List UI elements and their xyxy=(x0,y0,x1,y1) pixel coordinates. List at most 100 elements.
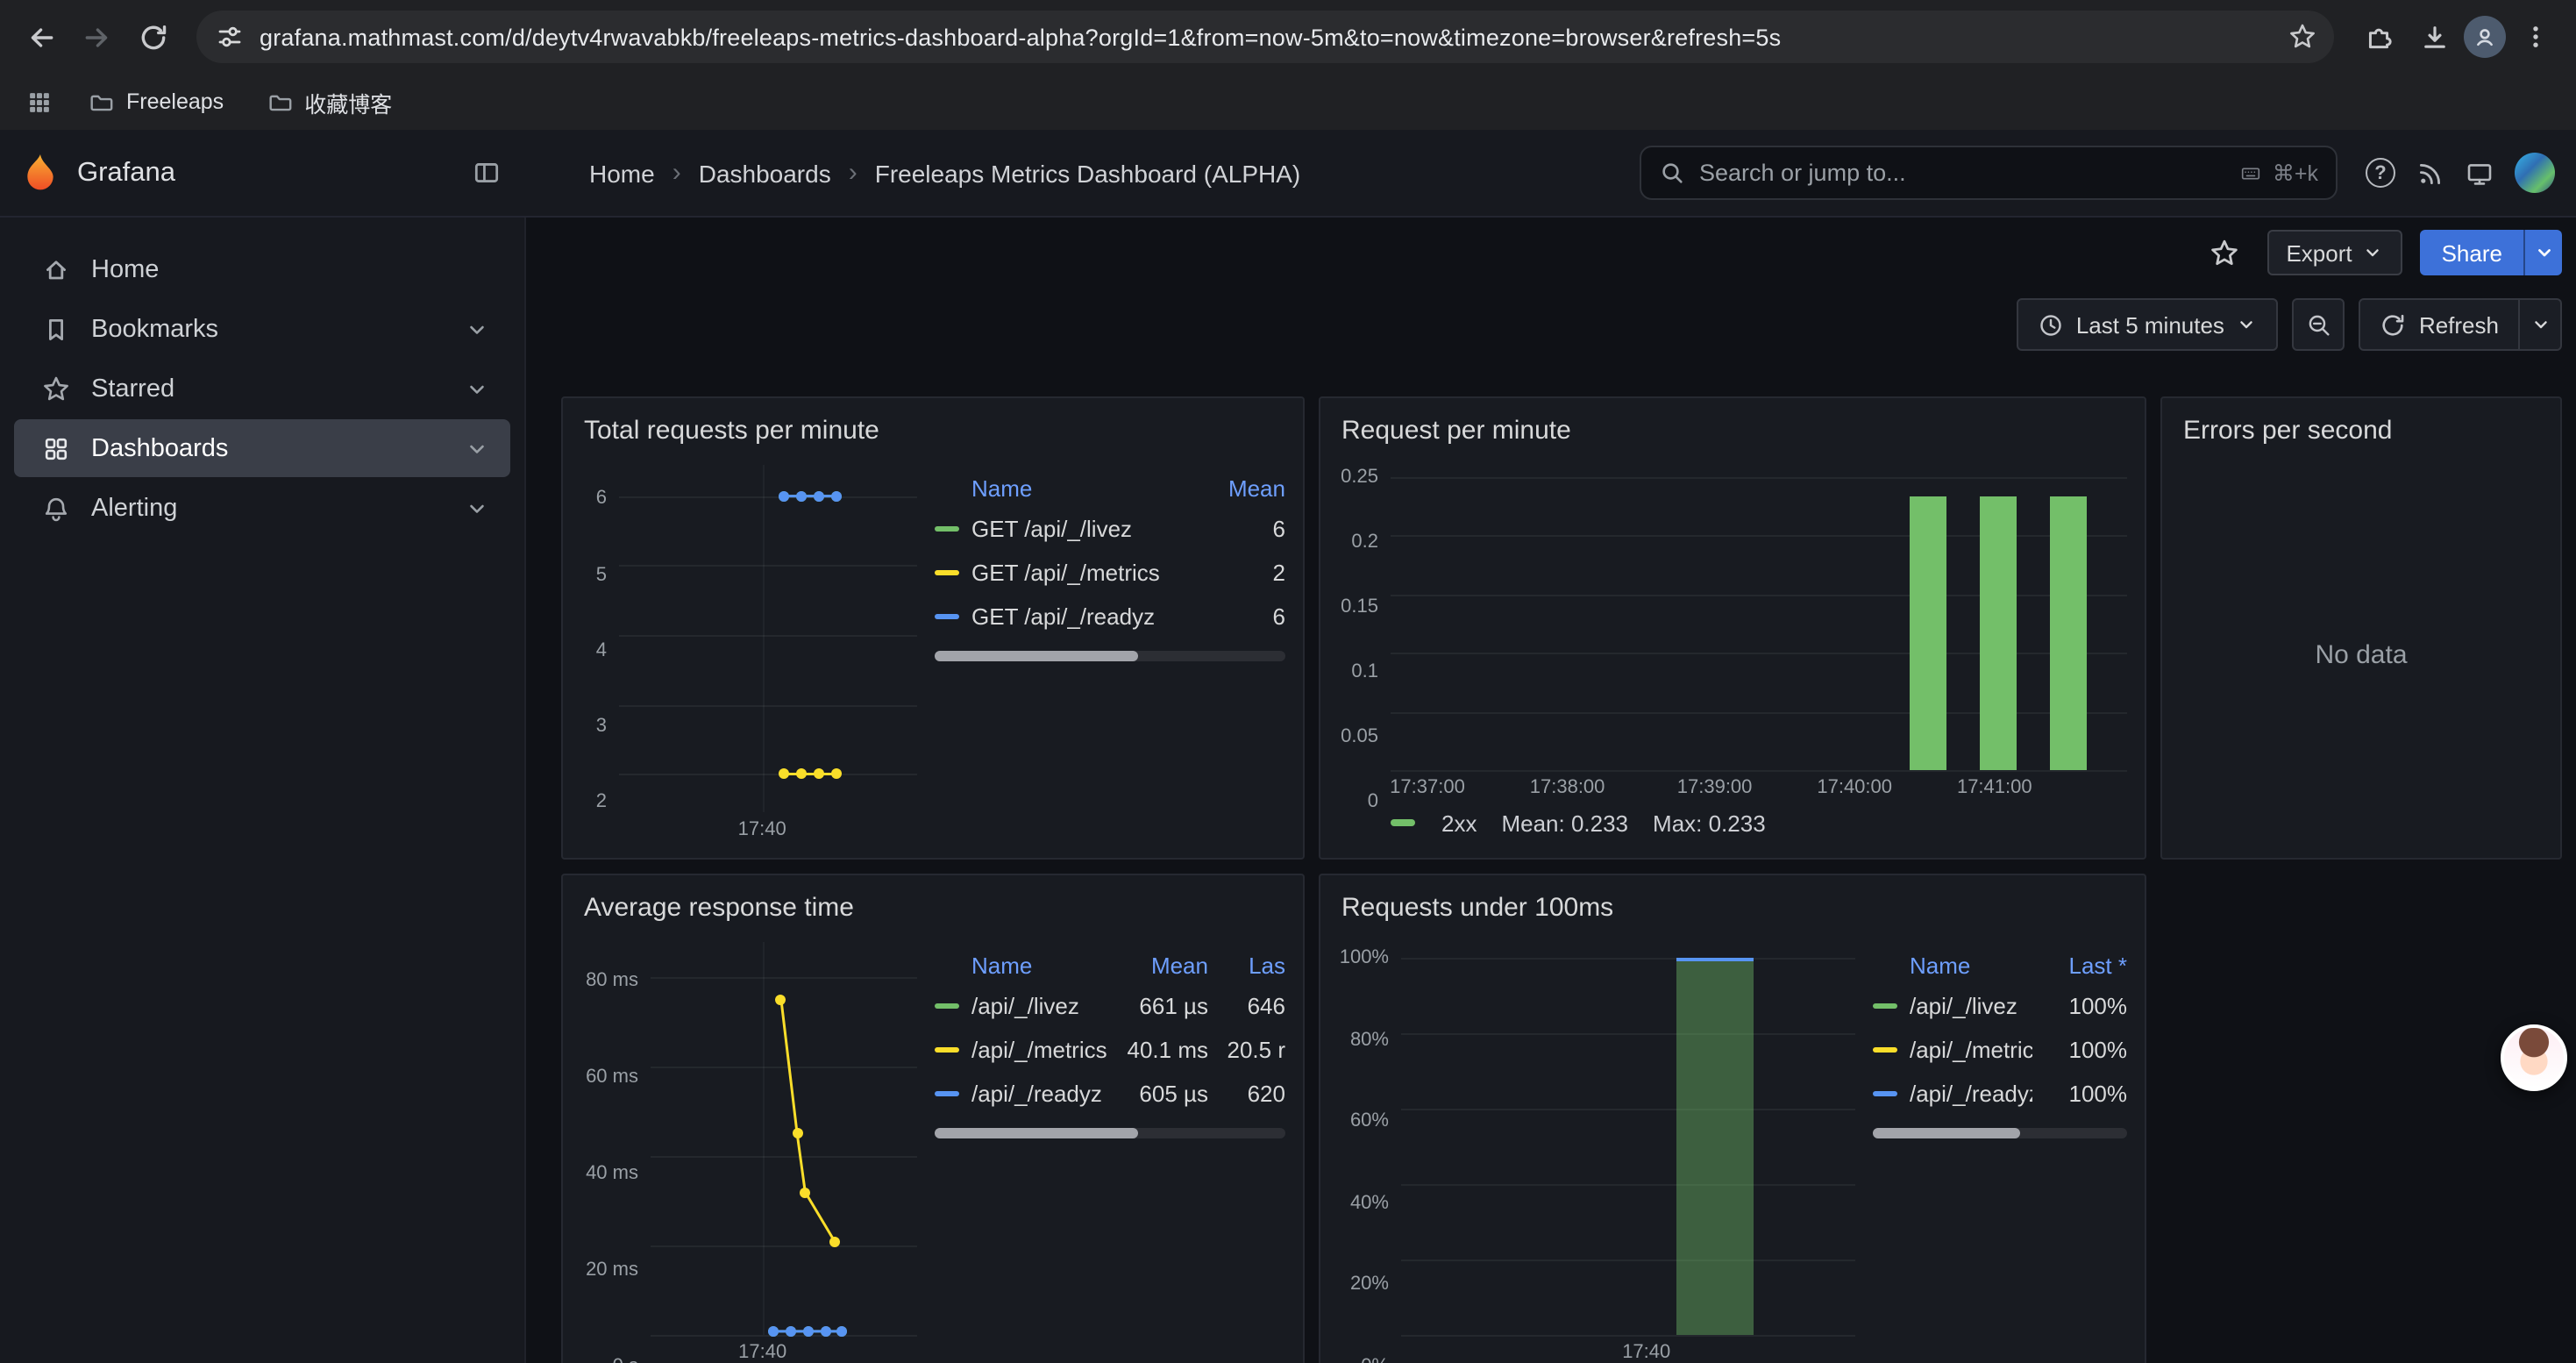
legend-inline[interactable]: 2xx Mean: 0.233 Max: 0.233 xyxy=(1391,802,2127,844)
legend-column-header[interactable]: Las xyxy=(1208,952,1285,978)
panel-title[interactable]: Total requests per minute xyxy=(580,409,1285,465)
dock-menu-icon[interactable] xyxy=(472,158,502,188)
legend-row[interactable]: GET /api/_/metrics2 xyxy=(935,551,1285,595)
data-point[interactable] xyxy=(778,491,788,502)
sidebar-item-starred[interactable]: Starred xyxy=(14,360,510,417)
chart-bar[interactable] xyxy=(1676,957,1753,1335)
legend-column-header[interactable]: Name xyxy=(1873,952,2032,978)
bookmark-item[interactable]: Freeleaps xyxy=(74,82,238,122)
panel-title[interactable]: Requests under 100ms xyxy=(1338,886,2127,942)
browser-menu-icon[interactable] xyxy=(2509,11,2562,63)
series-color-glyph xyxy=(935,570,959,576)
search-input[interactable]: Search or jump to... ⌘+k xyxy=(1640,146,2338,200)
refresh-button[interactable]: Refresh xyxy=(2359,298,2520,351)
bookmark-star-icon[interactable] xyxy=(2288,23,2316,51)
sidebar-item-bookmarks[interactable]: Bookmarks xyxy=(14,300,510,358)
omnibox[interactable]: grafana.mathmast.com/d/deytv4rwavabkb/fr… xyxy=(196,11,2334,63)
share-menu-caret[interactable] xyxy=(2523,230,2562,275)
apps-shortcut-icon[interactable] xyxy=(18,81,60,123)
share-button[interactable]: Share xyxy=(2421,230,2523,275)
breadcrumb-home[interactable]: Home xyxy=(589,159,655,187)
rss-news-icon[interactable] xyxy=(2416,159,2444,187)
chevron-down-icon[interactable] xyxy=(465,317,489,341)
legend-table: NameMeanLas/api/_/livez661 µs646/api/_/m… xyxy=(917,942,1285,1363)
browser-profile-avatar[interactable] xyxy=(2464,16,2506,58)
legend-column-header[interactable]: Mean xyxy=(1191,475,1285,501)
legend-scrollbar[interactable] xyxy=(935,1128,1285,1138)
legend-scrollbar-thumb[interactable] xyxy=(935,1128,1138,1138)
plot-area[interactable] xyxy=(619,465,917,812)
help-icon[interactable]: ? xyxy=(2366,158,2395,188)
breadcrumb-dashboards[interactable]: Dashboards xyxy=(699,159,831,187)
legend-row[interactable]: GET /api/_/livez6 xyxy=(935,507,1285,551)
data-point[interactable] xyxy=(829,1236,840,1246)
extensions-icon[interactable] xyxy=(2352,11,2404,63)
x-axis: 17:37:0017:38:0017:39:0017:40:0017:41:00 xyxy=(1391,770,2127,802)
legend-value: 2 xyxy=(1191,560,1285,586)
time-range-picker[interactable]: Last 5 minutes xyxy=(2017,298,2279,351)
site-settings-icon[interactable] xyxy=(216,23,244,51)
legend-row[interactable]: /api/_/livez100% xyxy=(1873,984,2127,1028)
legend-column-header[interactable]: Mean xyxy=(1107,952,1208,978)
downloads-icon[interactable] xyxy=(2408,11,2460,63)
forward-icon[interactable] xyxy=(70,11,123,63)
data-point[interactable] xyxy=(831,768,842,779)
legend-value: 100% xyxy=(2032,1037,2127,1063)
url-text[interactable]: grafana.mathmast.com/d/deytv4rwavabkb/fr… xyxy=(260,24,2273,50)
bookmark-item[interactable]: 收藏博客 xyxy=(252,78,406,125)
zoom-out-button[interactable] xyxy=(2293,298,2345,351)
display-kiosk-icon[interactable] xyxy=(2466,159,2494,187)
reload-icon[interactable] xyxy=(126,11,179,63)
sidebar-item-dashboards[interactable]: Dashboards xyxy=(14,419,510,477)
data-point[interactable] xyxy=(778,768,788,779)
data-point[interactable] xyxy=(795,768,806,779)
export-button[interactable]: Export xyxy=(2266,230,2402,275)
data-point[interactable] xyxy=(800,1187,810,1197)
sidebar-item-alerting[interactable]: Alerting xyxy=(14,479,510,537)
legend-row[interactable]: /api/_/livez661 µs646 xyxy=(935,984,1285,1028)
grafana-logo-icon[interactable] xyxy=(21,152,60,194)
legend-column-header[interactable]: Name xyxy=(935,475,1191,501)
x-tick-label: 17:40:00 xyxy=(1817,777,1892,798)
favorite-star-icon[interactable] xyxy=(2200,228,2249,277)
legend-series-name: GET /api/_/readyz xyxy=(971,603,1191,630)
legend-scrollbar[interactable] xyxy=(935,651,1285,661)
data-point[interactable] xyxy=(795,491,806,502)
refresh-interval-caret[interactable] xyxy=(2520,298,2562,351)
legend-row[interactable]: /api/_/metrics40.1 ms20.5 r xyxy=(935,1028,1285,1072)
x-tick-label: 17:40 xyxy=(1622,1342,1670,1363)
legend-scrollbar-thumb[interactable] xyxy=(1873,1128,2020,1138)
legend-table: NameLast * /api/_/livez100%/api/_/metrics… xyxy=(1855,942,2127,1363)
user-avatar[interactable] xyxy=(2515,153,2555,193)
chart-bar[interactable] xyxy=(2050,496,2087,770)
panel-title[interactable]: Errors per second xyxy=(2180,409,2543,465)
data-point[interactable] xyxy=(831,491,842,502)
legend-row[interactable]: /api/_/metrics100% xyxy=(1873,1028,2127,1072)
chevron-down-icon[interactable] xyxy=(465,496,489,520)
chart-bar[interactable] xyxy=(1980,496,2017,770)
legend-column-header[interactable]: Name xyxy=(935,952,1107,978)
chevron-down-icon[interactable] xyxy=(465,436,489,460)
panel-title[interactable]: Request per minute xyxy=(1338,409,2127,465)
assistant-avatar[interactable] xyxy=(2501,1024,2567,1091)
chevron-down-icon[interactable] xyxy=(465,376,489,401)
plot-area[interactable] xyxy=(651,942,917,1335)
data-point[interactable] xyxy=(792,1129,802,1139)
legend-row[interactable]: /api/_/readyz100% xyxy=(1873,1072,2127,1116)
y-tick-label: 2 xyxy=(596,791,607,812)
data-point[interactable] xyxy=(776,995,786,1005)
back-icon[interactable] xyxy=(14,11,67,63)
sidebar-item-home[interactable]: Home xyxy=(14,240,510,298)
data-point[interactable] xyxy=(814,491,824,502)
bookmarks-bar: Freeleaps 收藏博客 xyxy=(0,74,2576,130)
plot-area[interactable] xyxy=(1401,942,1855,1335)
plot-area[interactable] xyxy=(1391,465,2127,770)
legend-scrollbar-thumb[interactable] xyxy=(935,651,1138,661)
panel-title[interactable]: Average response time xyxy=(580,886,1285,942)
chart-bar[interactable] xyxy=(1910,496,1946,770)
data-point[interactable] xyxy=(814,768,824,779)
legend-column-header[interactable]: Last * xyxy=(2032,952,2127,978)
legend-scrollbar[interactable] xyxy=(1873,1128,2127,1138)
legend-row[interactable]: GET /api/_/readyz6 xyxy=(935,595,1285,639)
legend-row[interactable]: /api/_/readyz605 µs620 xyxy=(935,1072,1285,1116)
